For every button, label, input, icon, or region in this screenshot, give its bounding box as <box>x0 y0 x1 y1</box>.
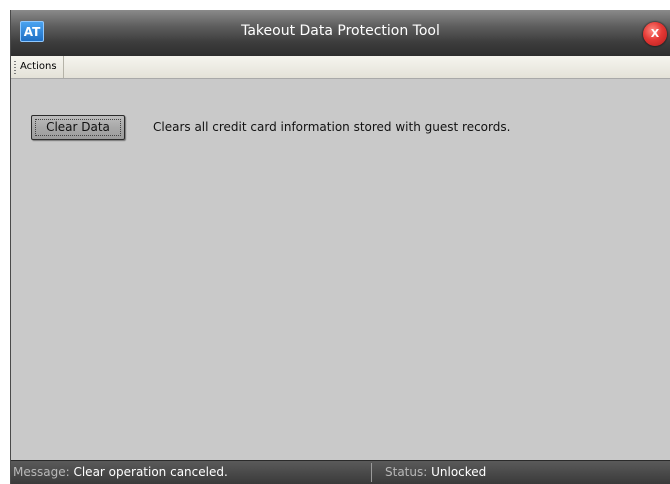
status-bar: Message: Clear operation canceled. Statu… <box>11 460 670 484</box>
title-bar[interactable]: AT Takeout Data Protection Tool X <box>11 10 670 56</box>
menu-bar: Actions <box>11 56 670 79</box>
close-icon: X <box>650 27 660 40</box>
app-window: AT Takeout Data Protection Tool X Action… <box>10 10 670 484</box>
message-value: Clear operation canceled. <box>73 465 228 479</box>
toolbar-grip-icon[interactable] <box>14 61 16 74</box>
window-title: Takeout Data Protection Tool <box>241 23 440 39</box>
close-button[interactable]: X <box>643 22 667 46</box>
status-state: Status: Unlocked <box>385 461 486 484</box>
clear-data-button-label: Clear Data <box>46 120 110 134</box>
status-label: Status: <box>385 465 428 479</box>
clear-data-button[interactable]: Clear Data <box>31 115 125 140</box>
menu-item-actions[interactable]: Actions <box>20 56 64 78</box>
message-label: Message: <box>13 465 70 479</box>
status-value: Unlocked <box>431 465 487 479</box>
status-divider <box>371 463 372 482</box>
status-message: Message: Clear operation canceled. <box>13 461 228 484</box>
clear-data-description: Clears all credit card information store… <box>153 120 511 134</box>
